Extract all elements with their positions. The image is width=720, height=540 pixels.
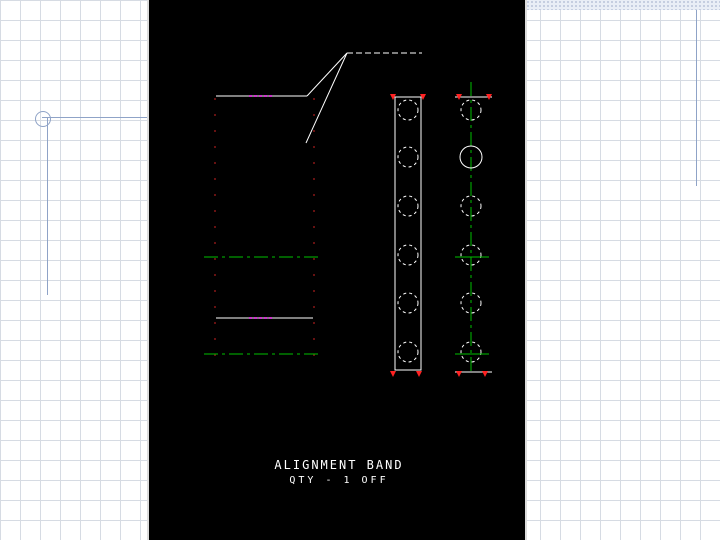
side-view-left-hole-1 (397, 99, 419, 121)
side-view-left-arrow-bottom-2 (416, 371, 422, 377)
slide-decor-vertical-line (47, 117, 48, 295)
leader-line-b (305, 52, 348, 144)
side-view-left-hole-4 (397, 244, 419, 266)
front-view (204, 95, 319, 365)
side-view-left-outline (394, 96, 422, 371)
drawing-title: ALIGNMENT BAND (274, 458, 404, 472)
slide-decor-horizontal-line (42, 117, 147, 118)
drawing-subtitle: QTY - 1 OFF (289, 475, 389, 486)
side-view-left-arrow-bottom-1 (390, 371, 396, 377)
side-view-right-arrow-bottom-1 (456, 371, 462, 377)
slide-decor-right-line (696, 0, 697, 186)
cad-drawing-panel: ALIGNMENT BAND QTY - 1 OFF (147, 0, 527, 540)
side-view-left-hole-2 (397, 146, 419, 168)
slide-decor-top-band (526, 0, 720, 10)
side-view-right-arrow-bottom-2 (482, 371, 488, 377)
leader-line-a (306, 52, 348, 97)
side-view-left-hole-6 (397, 341, 419, 363)
side-view-left (390, 94, 426, 377)
side-view-left-hole-5 (397, 292, 419, 314)
side-view-left-hole-3 (397, 195, 419, 217)
callout-leader (305, 52, 422, 144)
side-view-right (455, 82, 492, 377)
slide-decor-circle-icon (35, 111, 51, 127)
